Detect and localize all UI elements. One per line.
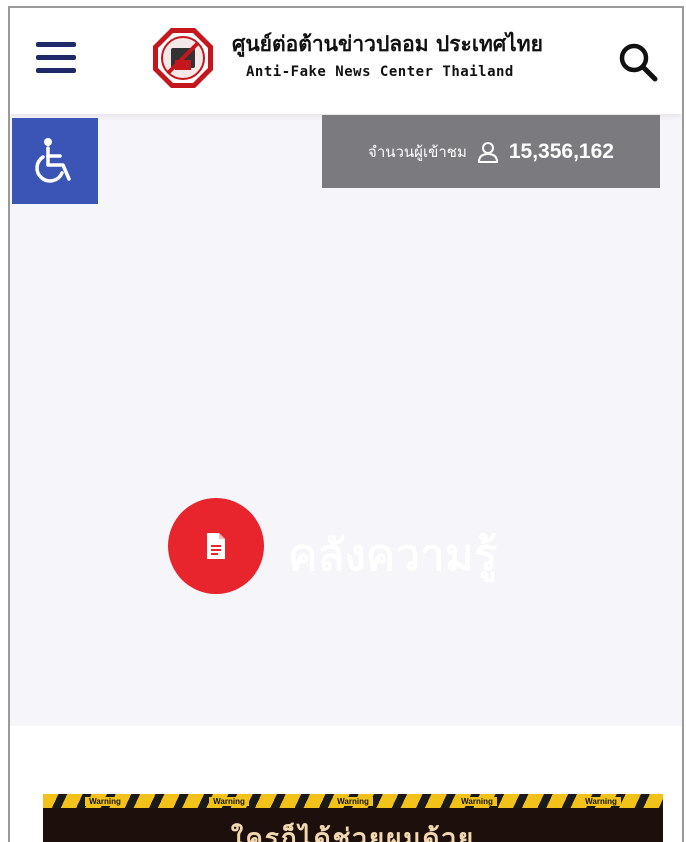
- site-title-english: Anti-Fake News Center Thailand: [246, 64, 514, 80]
- site-title-thai: ศูนย์ต่อต้านข่าวปลอม ประเทศไทย: [232, 32, 543, 56]
- warning-label: Warning: [457, 796, 497, 806]
- visitor-counter-label: จำนวนผู้เข้าชม: [368, 142, 467, 161]
- banner-caption: ใครก็ได้ช่วยผมด้วย: [230, 824, 476, 842]
- knowledge-base-title[interactable]: คลังความรู้: [288, 520, 497, 590]
- warning-label: Warning: [581, 796, 621, 806]
- visitor-count: 15,356,162: [508, 139, 614, 163]
- document-icon: [207, 533, 225, 559]
- hamburger-menu-icon[interactable]: [36, 42, 76, 78]
- warning-label: Warning: [85, 796, 125, 806]
- user-icon: [477, 141, 498, 163]
- anti-fake-news-logo[interactable]: [151, 26, 215, 90]
- warning-banner[interactable]: Warning Warning Warning Warning Warning …: [43, 794, 663, 842]
- warning-label: Warning: [209, 796, 249, 806]
- site-header: ศูนย์ต่อต้านข่าวปลอม ประเทศไทย Anti-Fake…: [10, 8, 682, 114]
- knowledge-base-button[interactable]: [168, 498, 264, 594]
- search-icon[interactable]: [616, 40, 660, 84]
- accessibility-button[interactable]: [12, 118, 98, 204]
- visitor-counter: จำนวนผู้เข้าชม 15,356,162: [322, 115, 660, 188]
- warning-strip: Warning Warning Warning Warning Warning: [43, 794, 663, 808]
- main-content: [10, 114, 682, 726]
- wheelchair-icon: [35, 138, 71, 183]
- warning-label: Warning: [333, 796, 373, 806]
- page-frame: ศูนย์ต่อต้านข่าวปลอม ประเทศไทย Anti-Fake…: [8, 6, 684, 842]
